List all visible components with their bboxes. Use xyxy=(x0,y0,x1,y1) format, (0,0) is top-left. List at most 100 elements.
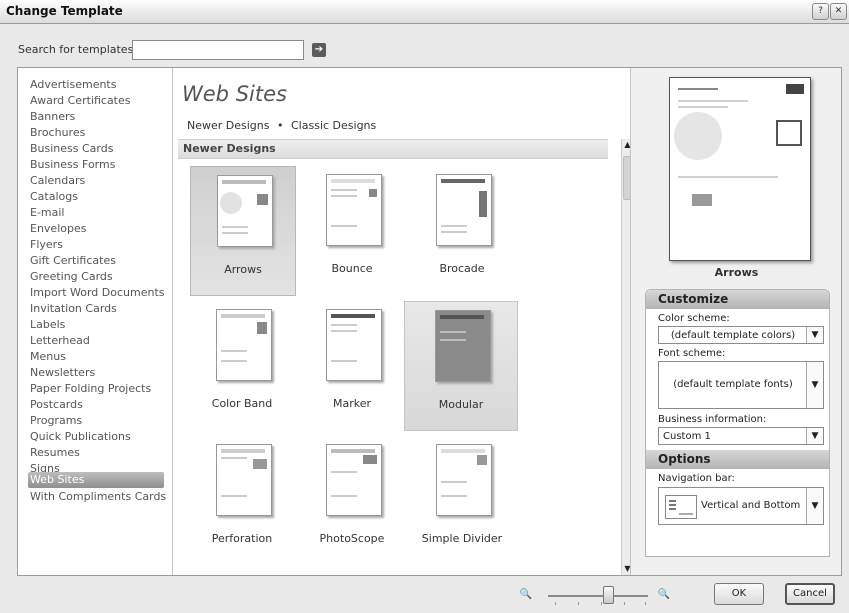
category-item[interactable]: E-mail xyxy=(30,205,160,221)
category-item[interactable]: Award Certificates xyxy=(30,93,160,109)
classic-designs-link[interactable]: Classic Designs xyxy=(291,119,376,132)
link-separator: • xyxy=(277,119,284,132)
category-item[interactable]: Menus xyxy=(30,349,160,365)
preview-name: Arrows xyxy=(714,266,759,279)
template-label: Modular xyxy=(438,398,484,411)
section-header-label: Newer Designs xyxy=(183,142,276,155)
business-info-select[interactable]: Custom 1 ▼ xyxy=(658,427,824,445)
zoom-slider-thumb[interactable] xyxy=(602,586,614,604)
template-label: Color Band xyxy=(211,397,273,410)
navigation-bar-select[interactable]: Vertical and Bottom ▼ xyxy=(658,487,824,525)
template-label: PhotoScope xyxy=(319,532,385,545)
category-item[interactable]: Calendars xyxy=(30,173,160,189)
template-photoscope[interactable]: PhotoScope xyxy=(300,436,404,564)
category-item[interactable]: Resumes xyxy=(30,445,160,461)
template-thumbnail xyxy=(217,175,273,247)
category-item[interactable]: Letterhead xyxy=(30,333,160,349)
search-input[interactable] xyxy=(132,40,304,60)
section-header: Newer Designs xyxy=(178,139,608,159)
customize-panel: Customize Color scheme: (default templat… xyxy=(645,289,830,557)
business-info-label: Business information: xyxy=(658,414,767,425)
color-scheme-label: Color scheme: xyxy=(658,313,730,324)
category-item[interactable]: Gift Certificates xyxy=(30,253,160,269)
zoom-in-icon[interactable]: 🔍 xyxy=(657,588,671,602)
template-perforation[interactable]: Perforation xyxy=(190,436,294,564)
category-list: Advertisements Award Certificates Banner… xyxy=(18,68,173,575)
template-preview xyxy=(669,77,811,261)
template-thumbnail xyxy=(216,309,272,381)
template-brocade[interactable]: Brocade xyxy=(410,166,514,294)
template-label: Simple Divider xyxy=(421,532,503,545)
category-item[interactable]: Banners xyxy=(30,109,160,125)
template-bounce[interactable]: Bounce xyxy=(300,166,404,294)
chevron-down-icon[interactable]: ▼ xyxy=(806,488,823,524)
template-thumbnail xyxy=(435,310,491,382)
category-item[interactable]: Catalogs xyxy=(30,189,160,205)
template-color-band[interactable]: Color Band xyxy=(190,301,294,429)
color-scheme-select[interactable]: (default template colors) ▼ xyxy=(658,326,824,344)
zoom-out-icon[interactable]: 🔍 xyxy=(519,588,533,602)
category-item[interactable]: Flyers xyxy=(30,237,160,253)
category-item[interactable]: Postcards xyxy=(30,397,160,413)
template-label: Perforation xyxy=(211,532,273,545)
template-label: Bounce xyxy=(331,262,373,275)
category-item[interactable]: Paper Folding Projects xyxy=(30,381,160,397)
category-item[interactable]: Envelopes xyxy=(30,221,160,237)
category-item[interactable]: With Compliments Cards xyxy=(30,489,166,505)
chevron-down-icon[interactable]: ▼ xyxy=(806,428,823,444)
category-item[interactable]: Programs xyxy=(30,413,160,429)
template-gallery: Web Sites Newer Designs • Classic Design… xyxy=(174,68,633,575)
category-item[interactable]: Business Forms xyxy=(30,157,160,173)
navigation-bar-label: Navigation bar: xyxy=(658,473,735,484)
ok-button[interactable]: OK xyxy=(714,583,764,605)
category-item[interactable]: Import Word Documents xyxy=(30,285,165,301)
template-label: Arrows xyxy=(224,263,262,276)
category-item[interactable]: Newsletters xyxy=(30,365,160,381)
search-go-icon[interactable]: ➔ xyxy=(312,43,326,57)
category-item[interactable]: Invitation Cards xyxy=(30,301,160,317)
color-scheme-value: (default template colors) xyxy=(670,330,796,341)
template-simple-divider[interactable]: Simple Divider xyxy=(410,436,514,564)
close-button[interactable]: ✕ xyxy=(830,3,847,20)
design-links: Newer Designs • Classic Designs xyxy=(187,119,380,132)
template-arrows[interactable]: Arrows xyxy=(190,166,296,296)
category-item-selected[interactable]: Web Sites xyxy=(28,472,164,488)
font-scheme-select[interactable]: (default template fonts) ▼ xyxy=(658,361,824,409)
category-item[interactable]: Advertisements xyxy=(30,77,160,93)
template-thumbnail xyxy=(436,444,492,516)
template-thumbnail xyxy=(326,444,382,516)
font-scheme-label: Font scheme: xyxy=(658,348,726,359)
business-info-value: Custom 1 xyxy=(663,431,711,442)
template-label: Brocade xyxy=(439,262,485,275)
template-thumbnail xyxy=(326,309,382,381)
category-item[interactable]: Quick Publications xyxy=(30,429,160,445)
customize-header: Customize xyxy=(646,290,829,309)
navigation-layout-icon xyxy=(665,495,697,519)
search-label: Search for templates: xyxy=(18,43,138,56)
footer-bar: 🔍 🔍 OK Cancel xyxy=(0,578,849,613)
template-thumbnail xyxy=(326,174,382,246)
cancel-button[interactable]: Cancel xyxy=(785,583,835,605)
category-item[interactable]: Labels xyxy=(30,317,160,333)
template-label: Marker xyxy=(332,397,372,410)
template-thumbnail xyxy=(216,444,272,516)
help-button[interactable]: ? xyxy=(812,3,829,20)
window-title: Change Template xyxy=(6,4,123,18)
chevron-down-icon[interactable]: ▼ xyxy=(806,362,823,408)
page-title: Web Sites xyxy=(182,82,287,106)
category-item[interactable]: Business Cards xyxy=(30,141,160,157)
options-header: Options xyxy=(646,450,829,469)
category-item[interactable]: Brochures xyxy=(30,125,160,141)
title-bar: Change Template ? ✕ xyxy=(0,0,849,24)
font-scheme-value: (default template fonts) xyxy=(673,379,793,390)
preview-pane: Arrows Customize Color scheme: (default … xyxy=(630,68,841,575)
zoom-slider[interactable] xyxy=(548,595,648,597)
template-thumbnail xyxy=(436,174,492,246)
navigation-bar-value: Vertical and Bottom xyxy=(701,500,801,511)
template-modular[interactable]: Modular xyxy=(404,301,518,431)
category-item[interactable]: Greeting Cards xyxy=(30,269,160,285)
template-marker[interactable]: Marker xyxy=(300,301,404,429)
template-browser: Advertisements Award Certificates Banner… xyxy=(17,67,842,576)
newer-designs-link[interactable]: Newer Designs xyxy=(187,119,270,132)
chevron-down-icon[interactable]: ▼ xyxy=(806,327,823,343)
